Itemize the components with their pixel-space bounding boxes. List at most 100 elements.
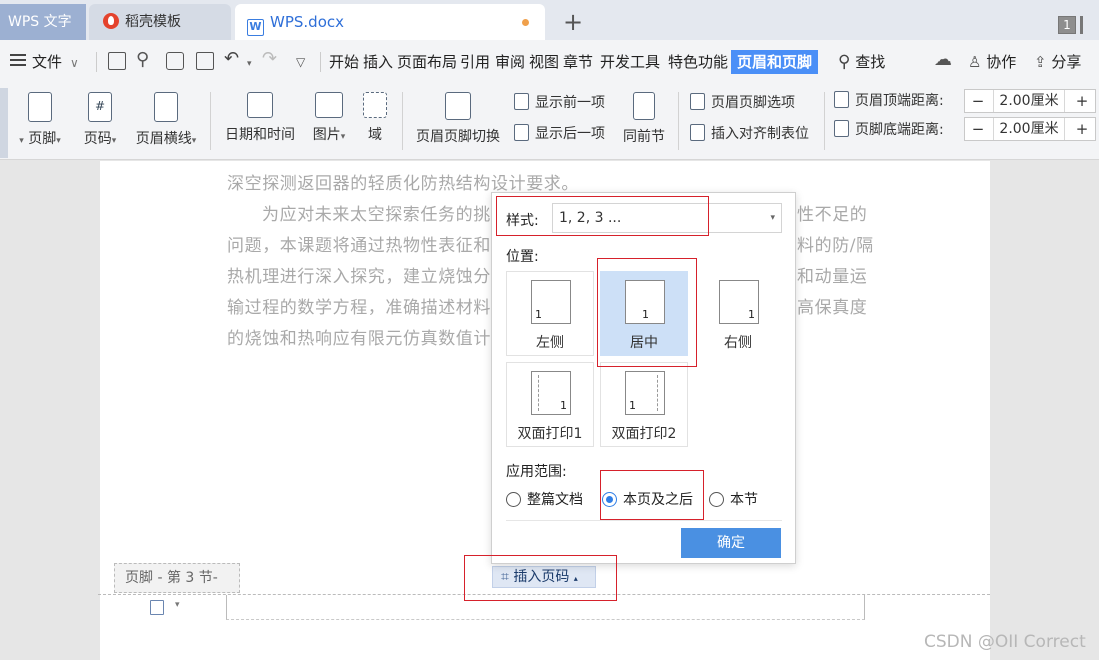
scope-label: 应用范围: [506, 464, 567, 480]
menu-page-layout[interactable]: 页面布局 [397, 52, 457, 72]
search-button[interactable]: ⚲ 查找 [838, 52, 885, 72]
footer-bottom-distance-stepper[interactable]: − 2.00厘米 + [964, 117, 1096, 141]
quick-access-dropdown-icon[interactable]: ▽ [296, 52, 305, 72]
increment-button[interactable]: + [1069, 118, 1095, 140]
footer-bottom-distance-value[interactable]: 2.00厘米 [993, 118, 1065, 140]
page-number-preview: 1 [560, 399, 567, 412]
insert-tab-stop-button[interactable]: 插入对齐制表位 [690, 124, 809, 144]
increment-button[interactable]: + [1069, 90, 1095, 112]
save-icon[interactable] [108, 52, 126, 70]
menu-header-footer[interactable]: 页眉和页脚 [731, 50, 819, 74]
header-top-distance-value[interactable]: 2.00厘米 [993, 90, 1065, 112]
datetime-button[interactable]: 日期和时间 [220, 92, 300, 144]
annotation-box-scope [600, 470, 704, 520]
format-painter-icon[interactable]: ⚲ [136, 50, 149, 70]
picture-label: 图片 [312, 127, 341, 143]
print-preview-icon[interactable] [196, 52, 214, 70]
file-menu-label: 文件 [32, 53, 63, 71]
unsaved-dot-icon [522, 19, 529, 26]
tab-document[interactable]: W WPS.docx [235, 4, 545, 40]
divider [320, 52, 321, 72]
header-line-button[interactable]: 页眉横线▾ [130, 92, 202, 148]
same-as-previous-button[interactable]: 同前节 [620, 92, 668, 146]
position-left-option[interactable]: 1 左侧 [506, 271, 594, 356]
collaborate-button[interactable]: ♙ 协作 [968, 52, 1016, 72]
chevron-down-icon: ∨ [70, 56, 79, 70]
tab-document-label: WPS.docx [270, 13, 344, 31]
page-preview-icon: 1 [719, 280, 759, 324]
decrement-button[interactable]: − [965, 90, 991, 112]
footer-bottom-distance-label: 页脚底端距离: [834, 120, 944, 140]
menu-developer[interactable]: 开发工具 [600, 52, 660, 72]
field-icon [363, 92, 387, 118]
page-number-button[interactable]: # 页码▾ [76, 92, 124, 148]
show-previous-icon [514, 93, 529, 110]
print-icon[interactable] [166, 52, 184, 70]
ok-button[interactable]: 确定 [681, 528, 781, 558]
chevron-down-icon: ▾ [56, 136, 61, 146]
chevron-down-icon: ▾ [19, 136, 24, 146]
divider [824, 92, 825, 150]
menu-review[interactable]: 审阅 [495, 52, 525, 72]
position-duplex1-option[interactable]: 1 双面打印1 [506, 362, 594, 447]
menu-insert[interactable]: 插入 [363, 52, 393, 72]
tab-wps-writer[interactable]: WPS 文字 [0, 4, 86, 40]
divider [96, 52, 97, 72]
menu-view[interactable]: 视图 [529, 52, 559, 72]
tab-template[interactable]: 稻壳模板 [89, 4, 231, 40]
scope-this-section-radio[interactable]: 本节 [709, 489, 758, 509]
redo-icon[interactable]: ↷ [262, 49, 277, 69]
page-preview-icon: 1 [531, 371, 571, 415]
menu-start[interactable]: 开始 [329, 52, 359, 72]
menu-references[interactable]: 引用 [460, 52, 490, 72]
radio-icon [506, 492, 521, 507]
scope-this-section-label: 本节 [730, 492, 758, 508]
show-next-button[interactable]: 显示后一项 [514, 124, 605, 144]
daoke-logo-icon [103, 13, 119, 29]
header-top-distance-stepper[interactable]: − 2.00厘米 + [964, 89, 1096, 113]
page-number-preview: 1 [748, 308, 755, 321]
header-footer-switch-button[interactable]: 页眉页脚切换 [412, 92, 504, 146]
share-button[interactable]: ⇪ 分享 [1034, 52, 1081, 72]
watermark: CSDN @OII Correct [924, 632, 1086, 652]
picture-button[interactable]: 图片▾ [306, 92, 352, 144]
switch-label: 页眉页脚切换 [416, 129, 500, 145]
position-right-option[interactable]: 1 右侧 [694, 271, 782, 356]
ribbon-scroll-handle[interactable] [0, 88, 8, 158]
position-duplex2-option[interactable]: 1 双面打印2 [600, 362, 688, 447]
header-top-distance-text: 页眉顶端距离: [855, 93, 944, 109]
scope-whole-document-radio[interactable]: 整篇文档 [506, 489, 583, 509]
file-menu[interactable]: 文件 ∨ [10, 52, 79, 73]
footer-label: 页脚 [28, 131, 57, 147]
footer-distance-icon [834, 120, 849, 137]
divider [678, 92, 679, 150]
search-icon: ⚲ [838, 52, 851, 72]
footer-icon [28, 92, 52, 122]
radio-icon [709, 492, 724, 507]
menu-chapter[interactable]: 章节 [563, 52, 593, 72]
chevron-down-icon[interactable]: ▾ [175, 600, 180, 610]
share-icon: ⇪ [1034, 53, 1047, 71]
show-previous-button[interactable]: 显示前一项 [514, 93, 605, 113]
position-left-label: 左侧 [536, 335, 564, 351]
show-previous-label: 显示前一项 [535, 95, 605, 111]
footer-options-icon[interactable] [150, 600, 164, 615]
window-count-badge[interactable]: 1 [1058, 16, 1076, 34]
new-tab-button[interactable]: + [563, 8, 583, 36]
undo-dropdown-icon[interactable]: ▾ [247, 54, 252, 74]
field-button[interactable]: 域 [360, 92, 390, 144]
tab-stop-icon [690, 124, 705, 141]
annotation-box-center [597, 258, 697, 367]
decrement-button[interactable]: − [965, 118, 991, 140]
menu-special[interactable]: 特色功能 [668, 52, 728, 72]
position-right-label: 右侧 [724, 335, 752, 351]
header-footer-options-button[interactable]: 页眉页脚选项 [690, 93, 795, 113]
same-as-previous-icon [633, 92, 655, 120]
undo-icon[interactable]: ↶ [224, 49, 239, 69]
paragraph-fragment: 和动量运 [797, 267, 868, 287]
footer-button[interactable]: ▾ 页脚▾ [10, 92, 70, 148]
paragraph-line: 输过程的数学方程，准确描述材料 [227, 298, 491, 318]
position-duplex1-label: 双面打印1 [517, 426, 583, 442]
cloud-sync-icon[interactable]: ☁ [934, 50, 952, 70]
page-preview-icon: 1 [531, 280, 571, 324]
